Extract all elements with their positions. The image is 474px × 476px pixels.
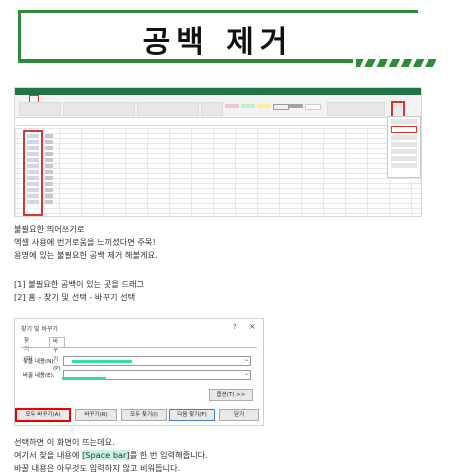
options-button[interactable]: 옵션(T) >> (209, 389, 253, 401)
ribbon-clipboard-group (19, 102, 61, 116)
intro-line-1: 불필요한 띄어쓰기로 (14, 224, 85, 234)
excel-screenshot (14, 87, 422, 217)
excel-grid (15, 128, 421, 216)
page-title: 공백 제거 (142, 25, 294, 60)
find-all-button[interactable]: 모두 찾기(I) (121, 409, 167, 421)
close-button[interactable]: 닫기 (219, 409, 259, 421)
tab-replace[interactable]: 바꾸기(P) (49, 337, 65, 372)
style-calc-swatch (273, 104, 289, 110)
outro-line-2-suffix: 를 한 번 입력해줍니다. (129, 450, 208, 460)
ribbon-align-group (137, 102, 199, 116)
outro-line-1: 선택하면 이 화면이 뜨는데요. (14, 437, 115, 447)
selected-range (23, 130, 43, 216)
find-select-menu (387, 116, 421, 178)
banner-frame-top (18, 10, 418, 13)
outro-line-3: 바꿀 내용은 아무것도 입력하지 않고 비워둡니다. (14, 463, 181, 473)
tab-find[interactable]: 찾기(D) (21, 337, 36, 362)
ribbon-number-group (201, 102, 223, 116)
excel-ribbon (15, 95, 421, 119)
find-label: 찾을 내용(N): (23, 359, 56, 365)
replace-button[interactable]: 바꾸기(R) (75, 409, 117, 421)
tab-divider (21, 347, 257, 348)
step-2: [2] 홈 - 찾기 및 선택 - 바꾸기 선택 (14, 292, 136, 302)
find-next-button[interactable]: 다음 찾기(F) (169, 409, 215, 421)
chevron-down-icon[interactable]: ⌄ (244, 370, 249, 377)
intro-line-3: 용명에 있는 불필요한 공백 제거 해볼게요. (14, 250, 158, 260)
replace-menu-item[interactable] (391, 126, 417, 133)
outro-line-2: 여기서 찾을 내용에 [Space bar]를 한 번 입력해줍니다. (14, 450, 208, 461)
style-bad-swatch (225, 104, 239, 108)
style-note-swatch (305, 104, 321, 110)
dialog-title: 찾기 및 바꾸기 (21, 326, 58, 333)
ribbon-cells-group (327, 102, 385, 116)
replace-label: 바꿀 내용(E): (23, 373, 55, 379)
replace-all-button[interactable]: 모두 바꾸기(A) (15, 408, 71, 422)
chevron-down-icon[interactable]: ⌄ (244, 356, 249, 363)
find-field-highlight (72, 360, 132, 363)
title-banner: 공백 제거 (18, 10, 436, 68)
step-1: [1] 불필요한 공백이 있는 곳을 드래그 (14, 279, 145, 289)
find-field[interactable]: ⌄ (63, 356, 251, 366)
close-icon[interactable]: × (249, 322, 256, 331)
help-icon[interactable]: ? (233, 323, 237, 331)
style-neutral-swatch (257, 104, 271, 108)
find-replace-dialog: 찾기 및 바꾸기 ? × 찾기(D) 바꾸기(P) 찾을 내용(N): ⌄ 바꿀… (14, 318, 264, 426)
excel-titlebar (15, 88, 421, 95)
replace-field-highlight (62, 377, 106, 380)
intro-line-2: 엑셀 사용에 번거로움을 느끼셨다면 주목! (14, 237, 156, 247)
ribbon-font-group (63, 102, 135, 116)
excel-formula-bar (15, 118, 421, 126)
outro-line-2-prefix: 여기서 찾을 내용에 (14, 450, 83, 460)
style-good-swatch (241, 104, 255, 108)
style-check-swatch (289, 104, 303, 108)
space-bar-highlight: [Space bar] (82, 450, 130, 460)
number-column (45, 132, 53, 210)
replace-field[interactable]: ⌄ (62, 370, 251, 380)
